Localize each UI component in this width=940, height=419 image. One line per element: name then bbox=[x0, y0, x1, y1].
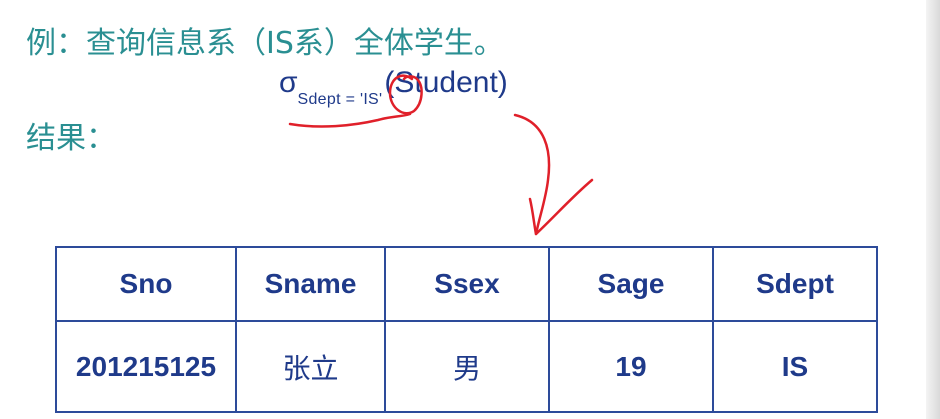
arrow-head-stroke bbox=[528, 197, 538, 236]
underline-stroke bbox=[288, 112, 412, 128]
selection-formula: σSdept = 'IS'(Student) bbox=[279, 66, 508, 108]
slide-edge bbox=[926, 0, 940, 419]
result-label: 结果： bbox=[26, 121, 116, 156]
column-header-sdept: Sdept bbox=[712, 246, 878, 322]
column-header-sname: Sname bbox=[235, 246, 386, 322]
column-header-sage: Sage bbox=[548, 246, 714, 322]
selection-condition: Sdept = 'IS' bbox=[297, 91, 383, 108]
table-row: 201215125 张立 男 19 IS bbox=[55, 320, 878, 413]
column-header-ssex: Ssex bbox=[384, 246, 550, 322]
example-heading: 例：查询信息系（IS系）全体学生。 bbox=[26, 26, 504, 61]
cell-sno: 201215125 bbox=[55, 320, 237, 413]
cell-sname: 张立 bbox=[235, 320, 386, 413]
sigma-symbol: σ bbox=[279, 66, 298, 99]
cell-ssex: 男 bbox=[384, 320, 550, 413]
cell-sage: 19 bbox=[548, 320, 714, 413]
result-table: Sno Sname Ssex Sage Sdept 201215125 张立 男… bbox=[55, 246, 878, 413]
relation-name: (Student) bbox=[384, 66, 508, 99]
cell-sdept: IS bbox=[712, 320, 878, 413]
table-header-row: Sno Sname Ssex Sage Sdept bbox=[55, 246, 878, 322]
arrow-stroke bbox=[513, 113, 594, 236]
column-header-sno: Sno bbox=[55, 246, 237, 322]
